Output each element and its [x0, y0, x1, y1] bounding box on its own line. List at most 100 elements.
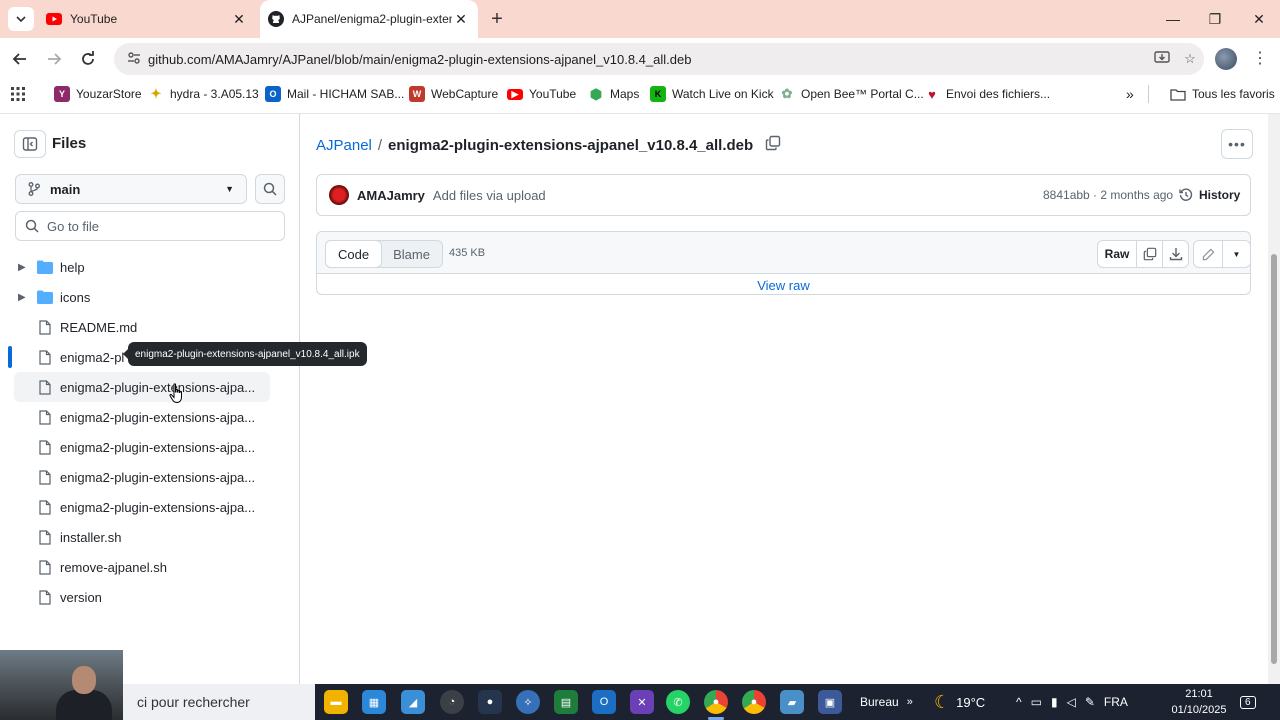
breadcrumb-repo-link[interactable]: AJPanel	[316, 137, 372, 154]
speed-dial-icon[interactable]: ◔	[440, 690, 464, 714]
search-icon	[263, 182, 277, 196]
tree-item-file[interactable]: enigma2-plugin-extensions-ajpa...	[0, 462, 300, 492]
speaker-icon[interactable]: ◁	[1067, 695, 1076, 709]
file-explorer-icon[interactable]: ▬	[324, 690, 348, 714]
tab-blame[interactable]: Blame	[381, 241, 442, 267]
browser-menu-icon[interactable]: ⋮	[1252, 48, 1268, 70]
restore-button[interactable]: ❐	[1194, 0, 1236, 38]
more-bookmarks-icon[interactable]: »	[1126, 84, 1134, 104]
more-options-button[interactable]: •••	[1221, 129, 1253, 159]
tree-item-remove-script[interactable]: remove-ajpanel.sh	[0, 552, 300, 582]
star-icon[interactable]: ☆	[1176, 51, 1204, 67]
back-button[interactable]	[8, 47, 32, 71]
tab-github[interactable]: AJPanel/enigma2-plugin-extensions-ajpane…	[260, 0, 478, 38]
bookmark-openbee[interactable]: ✿ Open Bee™ Portal C...	[779, 84, 924, 104]
branch-selector[interactable]: main ▼	[15, 174, 247, 204]
file-viewer-header: Code Blame 435 KB Raw ▼	[317, 232, 1251, 274]
bookmark-webcapture[interactable]: W WebCapture	[409, 84, 498, 104]
edit-dropdown-button[interactable]: ▼	[1222, 241, 1250, 267]
all-bookmarks-folder[interactable]: Tous les favoris	[1170, 84, 1275, 104]
install-app-icon[interactable]	[1148, 50, 1176, 68]
tree-item-installer[interactable]: installer.sh	[0, 522, 300, 552]
chevron-right-icon[interactable]: ▶	[18, 262, 28, 273]
bookmark-youzarstore[interactable]: Y YouzarStore	[54, 84, 142, 104]
calculator-icon[interactable]: ▤	[554, 690, 578, 714]
author-avatar[interactable]	[329, 185, 349, 205]
notes-icon[interactable]: ▰	[780, 690, 804, 714]
apps-icon[interactable]	[10, 84, 26, 104]
bookmark-envoi[interactable]: ♥ Envoi des fichiers...	[924, 84, 1050, 104]
copy-raw-button[interactable]	[1136, 241, 1162, 267]
address-bar[interactable]: github.com/AMAJamry/AJPanel/blob/main/en…	[114, 43, 1204, 75]
download-button[interactable]	[1162, 241, 1188, 267]
tree-item-file[interactable]: enigma2-plugin-extensions-ajpa...	[14, 372, 270, 402]
reload-button[interactable]	[76, 47, 100, 71]
commit-message[interactable]: Add files via upload	[433, 188, 546, 203]
bookmark-maps[interactable]: ⬢ Maps	[588, 84, 639, 104]
scrollbar-thumb[interactable]	[1271, 254, 1277, 664]
tree-item-file[interactable]: enigma2-plugin-extensions-ajpa...	[0, 432, 300, 462]
tab-code[interactable]: Code	[325, 240, 383, 268]
tab-search-button[interactable]	[8, 7, 34, 31]
tab-youtube[interactable]: YouTube ✕	[38, 0, 256, 38]
page-scrollbar[interactable]	[1268, 114, 1280, 684]
outlook-app-icon[interactable]: O	[592, 690, 616, 714]
outlook-icon: O	[265, 86, 281, 102]
bookmark-hydra[interactable]: ✦ hydra - 3.A05.13	[148, 84, 259, 104]
site-info-icon[interactable]	[120, 51, 148, 68]
commit-meta[interactable]: 8841abb · 2 months ago	[1043, 188, 1173, 202]
chevron-up-icon[interactable]: ^	[1016, 695, 1022, 709]
file-icon	[37, 379, 53, 395]
tree-item-file[interactable]: enigma2-plugin-extensions-ajpa...	[0, 402, 300, 432]
chevron-right-icon[interactable]: ▶	[18, 292, 28, 303]
vpn-icon[interactable]: ●	[478, 690, 502, 714]
chrome-icon[interactable]: ●	[704, 690, 728, 714]
tree-item-version[interactable]: version	[0, 582, 300, 612]
bookmark-mail[interactable]: O Mail - HICHAM SAB...	[265, 84, 404, 104]
new-tab-button[interactable]: +	[486, 9, 508, 31]
network-icon[interactable]: ▭	[1031, 695, 1042, 709]
language-indicator[interactable]: FRA	[1104, 695, 1128, 709]
close-window-button[interactable]: ✕	[1238, 0, 1280, 38]
bookmark-youtube[interactable]: ▶ YouTube	[507, 84, 576, 104]
taskbar-clock[interactable]: 21:01 01/10/2025	[1166, 686, 1232, 718]
sidebar-title: Files	[52, 135, 87, 152]
microphone-icon[interactable]: ▮	[1051, 695, 1058, 709]
edit-button[interactable]	[1194, 241, 1222, 267]
tree-item-file[interactable]: enigma2-plugin-extensions-ajpa...	[0, 492, 300, 522]
whatsapp-icon[interactable]: ✆	[666, 690, 690, 714]
forward-button[interactable]	[42, 47, 66, 71]
go-to-file-input[interactable]: Go to file	[15, 211, 285, 241]
copy-path-icon[interactable]	[765, 135, 781, 155]
network-tool-icon[interactable]: ✧	[516, 690, 540, 714]
folder-icon	[1170, 86, 1186, 102]
file-icon	[37, 559, 53, 575]
store-icon[interactable]: ▦	[362, 690, 386, 714]
desktop-toolbar[interactable]: Bureau»	[860, 684, 913, 720]
tree-item-icons[interactable]: ▶ icons	[0, 282, 300, 312]
profile-avatar[interactable]	[1215, 48, 1237, 70]
remote-desktop-icon[interactable]: ▣	[818, 690, 842, 714]
pen-icon[interactable]: ✎	[1085, 695, 1095, 709]
search-code-button[interactable]	[255, 174, 285, 204]
tree-item-help[interactable]: ▶ help	[0, 252, 300, 282]
notification-center[interactable]: 6	[1240, 684, 1256, 720]
tree-item-readme[interactable]: README.md	[0, 312, 300, 342]
close-tab-icon[interactable]: ✕	[230, 10, 248, 28]
go-to-file-placeholder: Go to file	[47, 218, 100, 234]
minimize-button[interactable]: —	[1152, 0, 1194, 38]
bookmark-kick[interactable]: K Watch Live on Kick	[650, 84, 774, 104]
weather-widget[interactable]: ☾ 19°C	[934, 684, 985, 720]
close-tab-icon[interactable]: ✕	[452, 10, 470, 28]
app-icon[interactable]: ◢	[401, 690, 425, 714]
history-button[interactable]: History	[1179, 188, 1240, 202]
taskbar-search-box[interactable]: ci pour rechercher	[123, 684, 315, 720]
collapse-sidebar-button[interactable]	[14, 130, 46, 158]
raw-button[interactable]: Raw	[1098, 241, 1136, 267]
commit-author[interactable]: AMAJamry	[357, 188, 425, 203]
tool-icon[interactable]: ✕	[630, 690, 654, 714]
file-tree: ▶ help ▶ icons README.md enigma2-pl enig…	[0, 252, 300, 612]
view-raw-link[interactable]: View raw	[317, 278, 1250, 293]
browser-tab-strip: YouTube ✕ AJPanel/enigma2-plugin-extensi…	[0, 0, 1280, 38]
chrome-icon[interactable]: ●	[742, 690, 766, 714]
